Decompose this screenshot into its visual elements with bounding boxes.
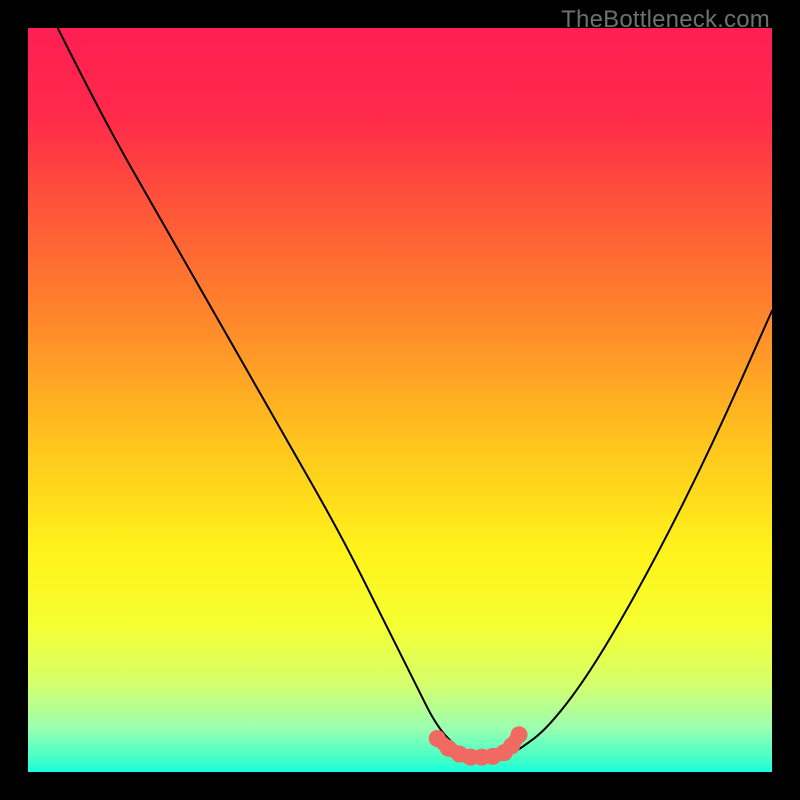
- valley-marker: [511, 726, 528, 743]
- bottleneck-curve: [58, 28, 772, 757]
- plot-area: [28, 28, 772, 772]
- chart-svg: [28, 28, 772, 772]
- chart-container: TheBottleneck.com: [0, 0, 800, 800]
- watermark-text: TheBottleneck.com: [561, 6, 770, 34]
